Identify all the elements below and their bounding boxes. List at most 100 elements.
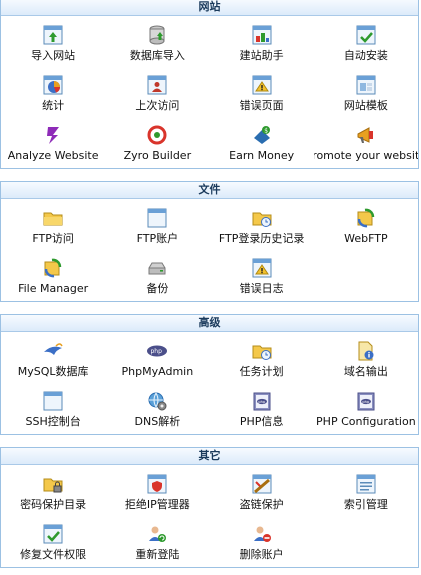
window-list-icon — [355, 473, 377, 495]
globe-gear-icon — [146, 390, 168, 412]
item-site-templates[interactable]: 网站模板 — [314, 66, 418, 116]
item-label: File Manager — [18, 282, 89, 295]
item-hotlink-protection[interactable]: 盗链保护 — [210, 465, 314, 515]
item-label: 删除账户 — [239, 548, 284, 561]
item-analyze-website[interactable]: Analyze Website — [1, 116, 105, 166]
section-title: 其它 — [1, 448, 418, 465]
item-label: MySQL数据库 — [17, 365, 89, 378]
item-error-pages[interactable]: 错误页面 — [210, 66, 314, 116]
item-file-manager[interactable]: File Manager — [1, 249, 105, 299]
section-title: 文件 — [1, 182, 418, 199]
window-person-icon — [146, 74, 168, 96]
section-title: 高级 — [1, 315, 418, 332]
site-builder-icon — [251, 24, 273, 46]
folder-lock-icon — [42, 473, 64, 495]
item-statistics[interactable]: 统计 — [1, 66, 105, 116]
item-label: Promote your website — [314, 149, 418, 162]
php-book-icon: php — [251, 390, 273, 412]
item-ip-deny-manager[interactable]: 拒绝IP管理器 — [105, 465, 209, 515]
item-ftp-login-history[interactable]: FTP登录历史记录 — [210, 199, 314, 249]
php-icon: php — [146, 340, 168, 362]
zyro-icon — [146, 124, 168, 146]
item-index-manager[interactable]: 索引管理 — [314, 465, 418, 515]
item-backup[interactable]: 备份 — [105, 249, 209, 299]
item-label: PHP信息 — [239, 415, 284, 428]
item-database-import[interactable]: 数据库导入 — [105, 16, 209, 66]
window-shield-icon — [146, 473, 168, 495]
item-password-protect-dirs[interactable]: 密码保护目录 — [1, 465, 105, 515]
folder-clock-icon — [251, 340, 273, 362]
section-grid: MySQL数据库 php PhpMyAdmin 任务计划 域名输出 SSH控制台… — [1, 332, 418, 432]
item-site-builder[interactable]: 建站助手 — [210, 16, 314, 66]
item-label: Analyze Website — [7, 149, 99, 162]
item-mysql-databases[interactable]: MySQL数据库 — [1, 332, 105, 382]
item-delete-account[interactable]: 删除账户 — [210, 515, 314, 565]
item-label: FTP登录历史记录 — [218, 232, 305, 245]
section-advanced: 高级 MySQL数据库 php PhpMyAdmin 任务计划 域名输出 SSH… — [0, 314, 419, 435]
window-chain-icon — [251, 473, 273, 495]
item-ssh-console[interactable]: SSH控制台 — [1, 382, 105, 432]
item-earn-money[interactable]: $ Earn Money — [210, 116, 314, 166]
window-icon — [42, 390, 64, 412]
item-last-visit[interactable]: 上次访问 — [105, 66, 209, 116]
item-label: SSH控制台 — [25, 415, 81, 428]
item-label: 备份 — [146, 282, 169, 295]
window-icon — [146, 207, 168, 229]
section-grid: 密码保护目录 拒绝IP管理器 盗链保护 索引管理 修复文件权限 重新登陆 删除账… — [1, 465, 418, 565]
item-relogin[interactable]: 重新登陆 — [105, 515, 209, 565]
window-check-icon — [355, 24, 377, 46]
item-auto-install[interactable]: 自动安装 — [314, 16, 418, 66]
database-icon — [146, 24, 168, 46]
section-other: 其它 密码保护目录 拒绝IP管理器 盗链保护 索引管理 修复文件权限 重新登陆 … — [0, 447, 419, 568]
item-dns-resolution[interactable]: DNS解析 — [105, 382, 209, 432]
svg-text:php: php — [362, 400, 370, 404]
item-label: 网站模板 — [343, 99, 388, 112]
folder-icon — [42, 207, 64, 229]
item-label: 重新登陆 — [135, 548, 180, 561]
item-zyro-builder[interactable]: Zyro Builder — [105, 116, 209, 166]
section-title: 网站 — [1, 0, 418, 16]
item-label: 错误日志 — [239, 282, 284, 295]
item-webftp[interactable]: WebFTP — [314, 199, 418, 249]
item-label: Earn Money — [229, 149, 295, 162]
item-label: 盗链保护 — [239, 498, 284, 511]
item-label: FTP访问 — [32, 232, 74, 245]
item-fix-file-permissions[interactable]: 修复文件权限 — [1, 515, 105, 565]
item-ftp-accounts[interactable]: FTP账户 — [105, 199, 209, 249]
item-label: PHP Configuration — [316, 415, 416, 428]
item-error-log[interactable]: 错误日志 — [210, 249, 314, 299]
folder-clock-icon — [251, 207, 273, 229]
item-label: 修复文件权限 — [20, 548, 87, 561]
section-grid: FTP访问 FTP账户 FTP登录历史记录 WebFTP File Manage… — [1, 199, 418, 299]
section-files: 文件 FTP访问 FTP账户 FTP登录历史记录 WebFTP File Man… — [0, 181, 419, 302]
item-label: 数据库导入 — [129, 49, 185, 62]
window-check-icon — [42, 523, 64, 545]
money-icon: $ — [251, 124, 273, 146]
item-phpmyadmin[interactable]: php PhpMyAdmin — [105, 332, 209, 382]
item-label: 密码保护目录 — [20, 498, 87, 511]
item-label: 拒绝IP管理器 — [124, 498, 190, 511]
item-import-website[interactable]: 导入网站 — [1, 16, 105, 66]
window-warning-icon — [251, 257, 273, 279]
item-promote-website[interactable]: Promote your website — [314, 116, 418, 166]
item-domain-output[interactable]: 域名输出 — [314, 332, 418, 382]
svg-text:$: $ — [264, 128, 268, 135]
section-grid: 导入网站 数据库导入 建站助手 自动安装 统计 上次访问 错误页面 网站模板 A… — [1, 16, 418, 166]
item-label: 任务计划 — [239, 365, 284, 378]
item-php-info[interactable]: php PHP信息 — [210, 382, 314, 432]
user-delete-icon — [251, 523, 273, 545]
item-cron-jobs[interactable]: 任务计划 — [210, 332, 314, 382]
item-label: DNS解析 — [134, 415, 181, 428]
item-label: WebFTP — [344, 232, 388, 245]
user-refresh-icon — [146, 523, 168, 545]
file-manager-icon — [42, 257, 64, 279]
pie-chart-icon — [42, 74, 64, 96]
item-label: FTP账户 — [136, 232, 179, 245]
window-up-arrow-icon — [42, 24, 64, 46]
item-label: PhpMyAdmin — [121, 365, 194, 378]
mysql-icon — [42, 340, 64, 362]
analyze-icon — [42, 124, 64, 146]
promote-icon — [355, 124, 377, 146]
item-php-configuration[interactable]: php PHP Configuration — [314, 382, 418, 432]
item-ftp-access[interactable]: FTP访问 — [1, 199, 105, 249]
